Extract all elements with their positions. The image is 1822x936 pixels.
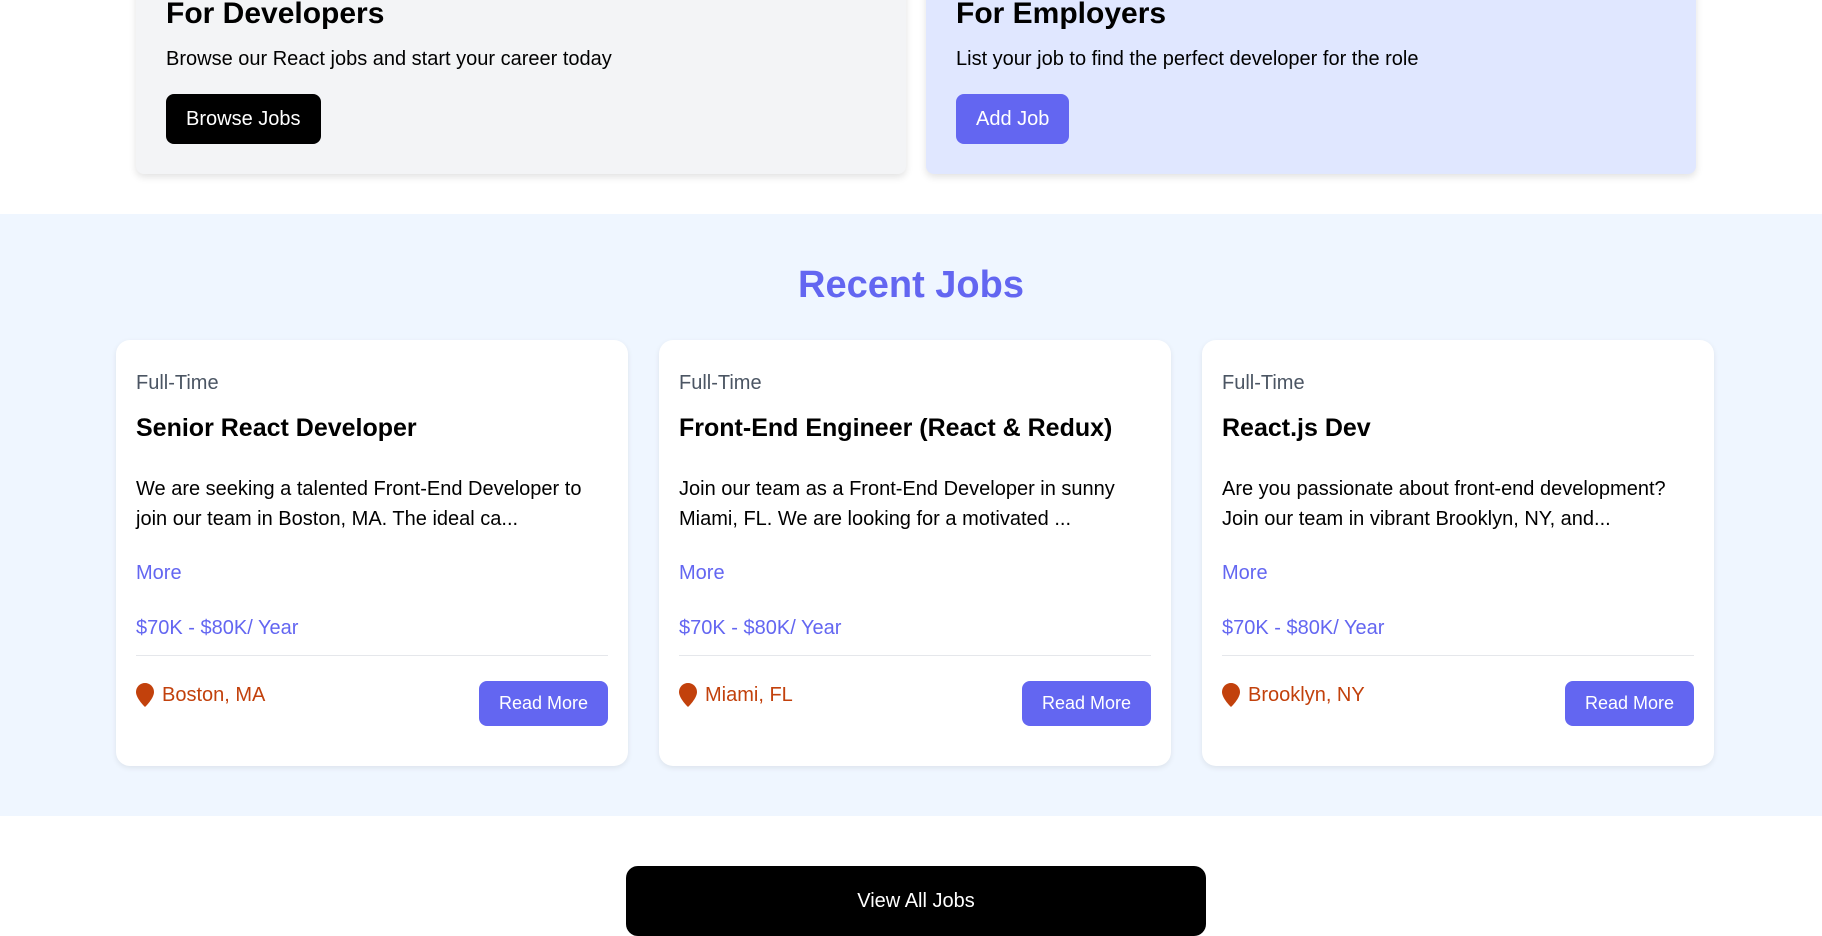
job-card: Full-Time Senior React Developer We are … (116, 340, 628, 766)
job-salary: $70K - $80K/ Year (679, 617, 842, 639)
browse-jobs-button[interactable]: Browse Jobs (166, 94, 321, 144)
job-location-text: Brooklyn, NY (1248, 683, 1365, 706)
read-more-button[interactable]: Read More (1021, 681, 1151, 726)
job-salary: $70K - $80K/ Year (136, 617, 299, 639)
job-location-text: Miami, FL (705, 683, 793, 706)
job-card: Full-Time React.js Dev Are you passionat… (1202, 340, 1714, 766)
job-type: Full-Time (679, 372, 762, 394)
read-more-button[interactable]: Read More (1564, 681, 1694, 726)
divider (136, 655, 608, 656)
divider (679, 655, 1151, 656)
job-description: Are you passionate about front-end devel… (1222, 478, 1666, 530)
employers-card-title: For Employers (956, 0, 1167, 30)
read-more-button[interactable]: Read More (478, 681, 608, 726)
employers-card-text: List your job to find the perfect develo… (956, 48, 1419, 70)
developers-card-title: For Developers (166, 0, 385, 30)
job-description: Join our team as a Front-End Developer i… (679, 478, 1115, 530)
map-marker-icon (1222, 683, 1240, 707)
job-title: Senior React Developer (136, 414, 417, 442)
map-marker-icon (136, 683, 154, 707)
recent-jobs-section: Recent Jobs Full-Time Senior React Devel… (0, 214, 1822, 816)
developers-card: For Developers Browse our React jobs and… (136, 0, 906, 174)
job-title: Front-End Engineer (React & Redux) (679, 414, 1113, 442)
add-job-button[interactable]: Add Job (956, 94, 1070, 144)
more-link[interactable]: More (136, 562, 182, 585)
hero-cards-section: For Developers Browse our React jobs and… (0, 0, 1822, 214)
more-link[interactable]: More (1222, 562, 1268, 585)
more-link[interactable]: More (679, 562, 725, 585)
job-location: Miami, FL (679, 683, 793, 707)
job-location-text: Boston, MA (162, 683, 266, 706)
divider (1222, 655, 1694, 656)
job-description: We are seeking a talented Front-End Deve… (136, 478, 582, 530)
developers-card-text: Browse our React jobs and start your car… (166, 48, 612, 70)
job-title: React.js Dev (1222, 414, 1371, 442)
job-card: Full-Time Front-End Engineer (React & Re… (659, 340, 1171, 766)
job-location: Brooklyn, NY (1222, 683, 1365, 707)
recent-jobs-title: Recent Jobs (798, 264, 1024, 306)
job-type: Full-Time (1222, 372, 1305, 394)
view-all-jobs-button[interactable]: View All Jobs (626, 866, 1206, 936)
job-location: Boston, MA (136, 683, 265, 707)
employers-card: For Employers List your job to find the … (926, 0, 1696, 174)
job-type: Full-Time (136, 372, 219, 394)
job-salary: $70K - $80K/ Year (1222, 617, 1385, 639)
map-marker-icon (679, 683, 697, 707)
